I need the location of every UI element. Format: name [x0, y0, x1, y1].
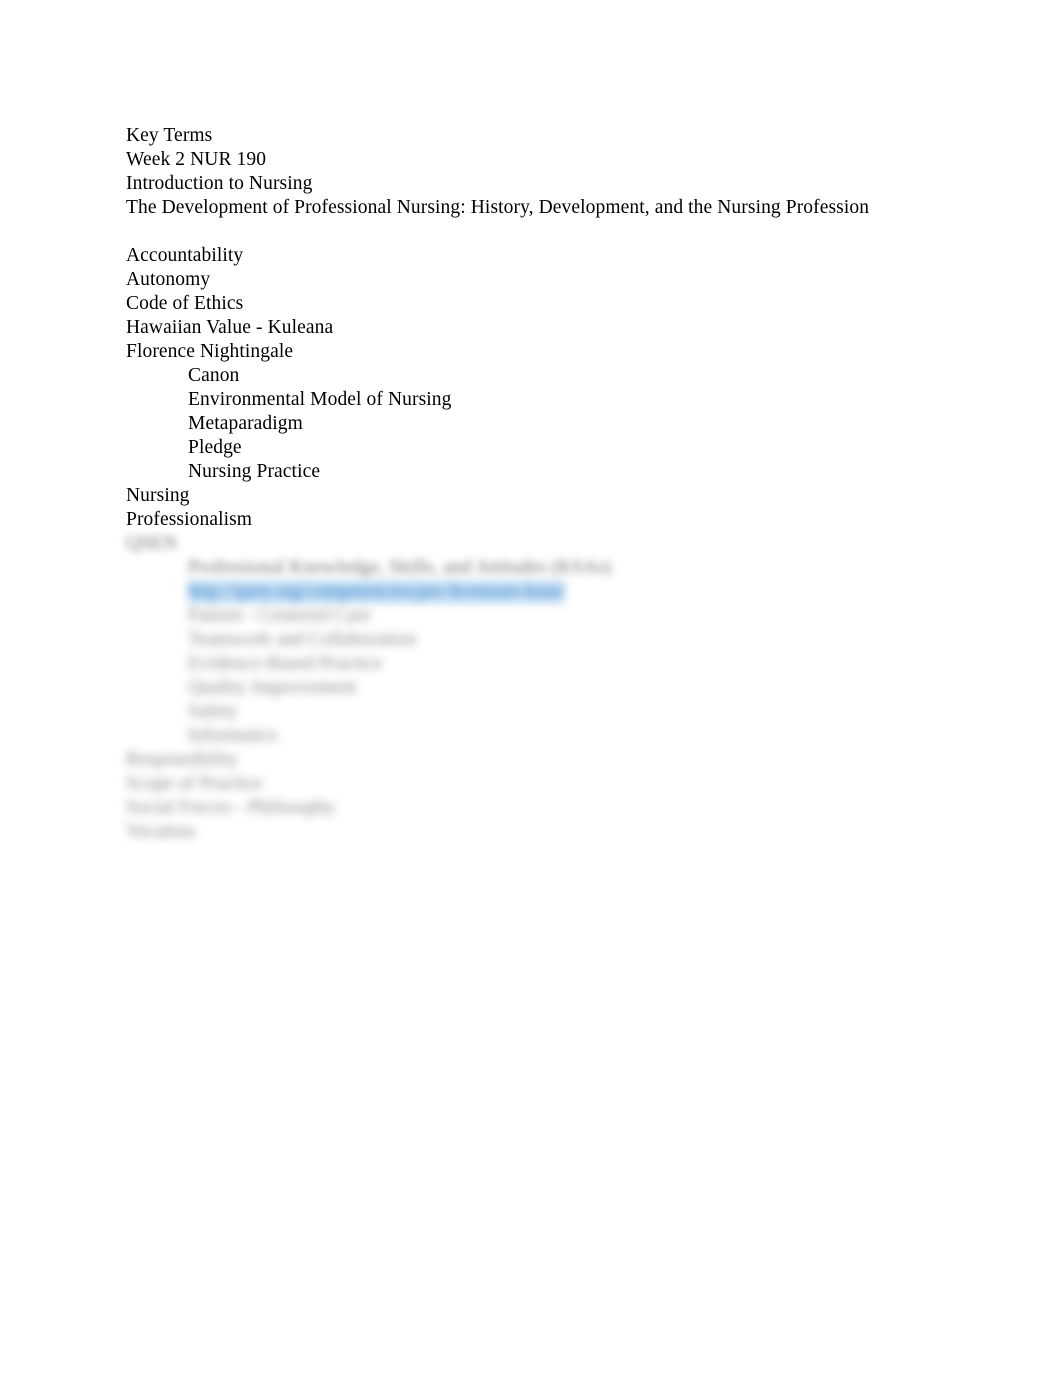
redacted-hyperlink-wrap: http://qsen.org/competencies/pre-licensu…	[126, 580, 986, 604]
redacted-subterm-safety: Safety	[188, 701, 238, 722]
subterm-canon: Canon	[188, 365, 240, 386]
redacted-indented-line-5-wrap: Evidence-Based Practice	[126, 652, 986, 676]
redacted-term-scope-of-practice: Scope of Practice	[126, 773, 263, 794]
redacted-term-qsen: QSEN	[126, 533, 177, 554]
redacted-subterm-teamwork-and-collaboration: Teamwork and Collaboration	[188, 629, 417, 650]
term-accountability: Accountability	[126, 245, 244, 266]
redacted-qsen-competencies-link[interactable]: http://qsen.org/competencies/pre-licensu…	[188, 580, 566, 604]
redacted-term-vocation: Vocation	[126, 821, 195, 842]
term-florence-nightingale: Florence Nightingale	[126, 341, 294, 362]
subterm-nursing-practice: Nursing Practice	[188, 461, 321, 482]
subterm-pledge: Pledge	[188, 437, 242, 458]
redacted-term-social-forces-philosophy: Social Forces - Philosophy	[126, 797, 336, 818]
redacted-closing-line-2-wrap: Scope of Practice	[126, 772, 986, 796]
redacted-subterm-informatics: Informatics	[188, 725, 278, 746]
redacted-indented-line-8-wrap: Informatics	[126, 724, 986, 748]
redacted-closing-line-4-wrap: Vocation	[126, 820, 986, 844]
term-code-of-ethics: Code of Ethics	[126, 293, 244, 314]
term-hawaiian-value-kuleana: Hawaiian Value - Kuleana	[126, 317, 334, 338]
redacted-term-responsibility: Responsibility	[126, 749, 239, 770]
doc-title: Key Terms	[126, 125, 213, 146]
course-line: Week 2 NUR 190	[126, 149, 267, 170]
redacted-subterm-ksas: Professional Knowledge, Skills, and Atti…	[188, 557, 612, 578]
term-professionalism: Professionalism	[126, 509, 253, 530]
redacted-indented-line-1-wrap: Professional Knowledge, Skills, and Atti…	[126, 556, 986, 580]
redacted-subterm-evidence-based-practice: Evidence-Based Practice	[188, 653, 383, 674]
redacted-indented-line-6-wrap: Quality Improvement	[126, 676, 986, 700]
document-page: Key Terms Week 2 NUR 190 Introduction to…	[0, 0, 1062, 1377]
term-nursing: Nursing	[126, 485, 190, 506]
subterm-environmental-model-of-nursing: Environmental Model of Nursing	[188, 389, 452, 410]
redacted-closing-line-3-wrap: Social Forces - Philosophy	[126, 796, 986, 820]
topic-line: The Development of Professional Nursing:…	[126, 197, 870, 218]
redacted-indented-line-3-wrap: Patient - Centered Care	[126, 604, 986, 628]
redacted-indented-line-7-wrap: Safety	[126, 700, 986, 724]
document-body: Key Terms Week 2 NUR 190 Introduction to…	[126, 124, 986, 844]
redacted-indented-line-4-wrap: Teamwork and Collaboration	[126, 628, 986, 652]
course-name-line: Introduction to Nursing	[126, 173, 313, 194]
redacted-left-line-qsen-wrap: QSEN	[126, 532, 986, 556]
redacted-subterm-patient-centered-care: Patient - Centered Care	[188, 605, 371, 626]
subterm-metaparadigm: Metaparadigm	[188, 413, 303, 434]
redacted-subterm-quality-improvement: Quality Improvement	[188, 677, 357, 698]
term-autonomy: Autonomy	[126, 269, 211, 290]
redacted-closing-line-1-wrap: Responsibility	[126, 748, 986, 772]
